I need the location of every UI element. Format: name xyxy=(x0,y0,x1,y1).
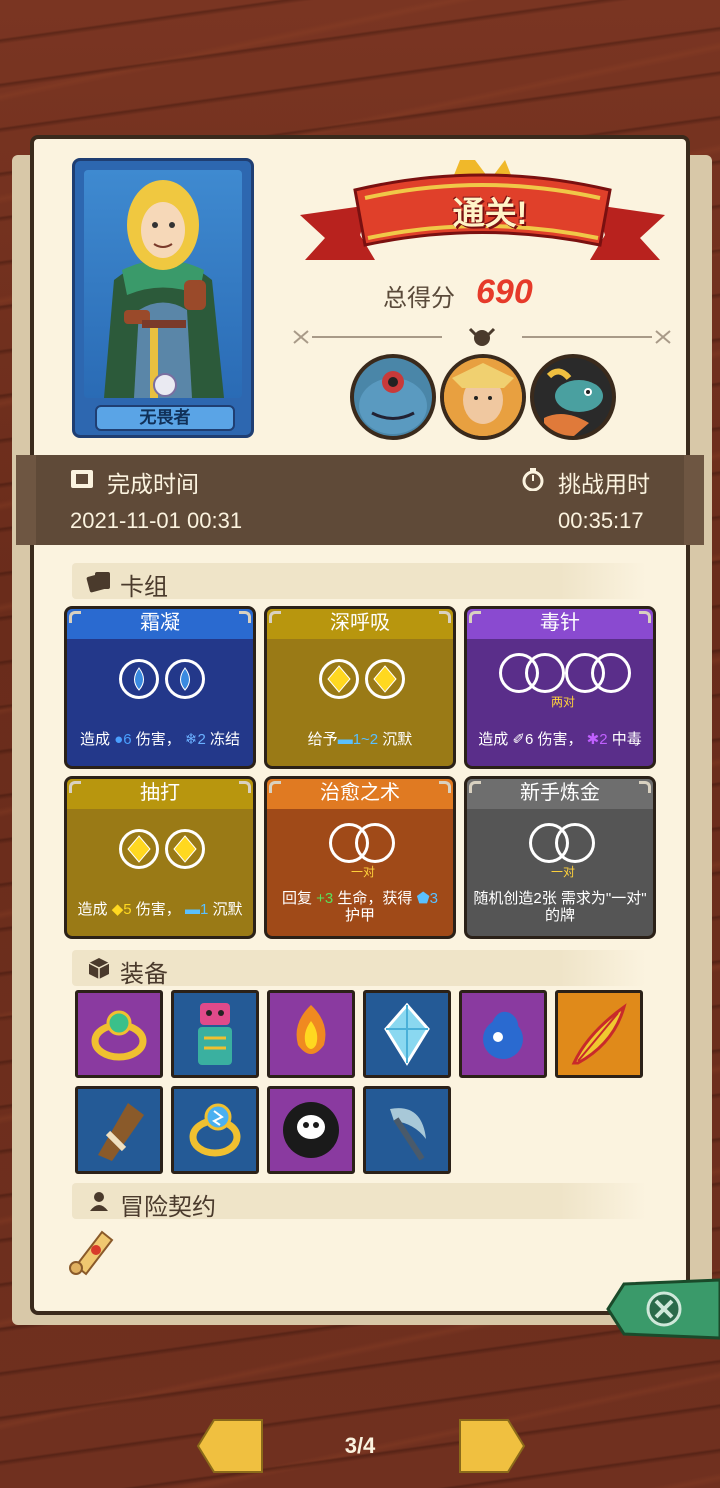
next-page-button[interactable] xyxy=(456,1418,526,1474)
gold-die-slot-icon xyxy=(365,659,405,699)
boss-portrait-fish[interactable] xyxy=(530,354,616,440)
pair-requirement: 一对 xyxy=(550,865,575,879)
ornament-divider xyxy=(292,325,672,349)
card-corner xyxy=(639,611,651,623)
hero-card[interactable]: 无畏者 xyxy=(72,158,254,438)
empty-die-slot-icon xyxy=(355,823,395,863)
card-title: 深呼吸 xyxy=(267,609,453,639)
empty-die-slot-icon xyxy=(591,653,631,693)
skill-card-alchemy[interactable]: 新手炼金 一对 随机创造2张 需求为"一对" 的牌 xyxy=(464,776,656,939)
card-description: 给予▬1~2 沉默 xyxy=(307,731,413,748)
skill-card-whip[interactable]: 抽打 造成 ◆5 伤害， ▬1 沉默 xyxy=(64,776,256,939)
victory-text: 通关! xyxy=(452,195,528,231)
equip-scythe-blade-icon[interactable] xyxy=(363,1086,451,1174)
card-corner xyxy=(239,611,251,623)
card-title: 治愈之术 xyxy=(267,779,453,809)
card-title: 毒针 xyxy=(467,609,653,639)
boss-portrait-chief[interactable] xyxy=(440,354,526,440)
pair-requirement: 两对 xyxy=(550,695,575,709)
skill-card-frost[interactable]: 霜凝 造成 ●6 伤害， ❄2 冻结 xyxy=(64,606,256,769)
equip-blue-flame-orb-icon[interactable] xyxy=(459,990,547,1078)
equip-blue-gem-icon[interactable] xyxy=(363,990,451,1078)
card-corner xyxy=(269,611,281,623)
card-body: 一对 随机创造2张 需求为"一对" 的牌 xyxy=(467,809,653,936)
victory-banner: 通关! xyxy=(300,160,665,280)
score-label: 总得分 xyxy=(383,285,455,312)
box-icon xyxy=(88,958,110,979)
card-corner xyxy=(469,781,481,793)
skill-card-poison-needle[interactable]: 毒针 两对 造成 ✐6 伤害， ✱2 中毒 xyxy=(464,606,656,769)
cards-icon xyxy=(86,572,110,593)
water-die-slot-icon xyxy=(165,659,205,699)
card-description: 回复 +3 生命，获得 ⬟3 护甲 xyxy=(281,890,438,924)
deck-section-header: 卡组 xyxy=(72,563,646,601)
equip-fire-bomb-icon[interactable] xyxy=(267,990,355,1078)
equip-horn-cup-icon[interactable] xyxy=(75,1086,163,1174)
hero-emblem-icon xyxy=(153,373,177,397)
card-corner xyxy=(269,781,281,793)
card-body: 给予▬1~2 沉默 xyxy=(267,639,453,766)
gold-die-slot-icon xyxy=(119,829,159,869)
card-corner xyxy=(69,781,81,793)
contract-section-header: 冒险契约 xyxy=(72,1183,646,1221)
deck-section-title: 卡组 xyxy=(120,574,168,601)
card-description: 造成 ✐6 伤害， ✱2 中毒 xyxy=(478,731,642,748)
duration-value: 00:35:17 xyxy=(558,508,644,533)
gold-die-slot-icon xyxy=(319,659,359,699)
card-body: 造成 ●6 伤害， ❄2 冻结 xyxy=(67,639,253,766)
page-indicator: 3/4 xyxy=(344,1433,376,1458)
skill-card-healing[interactable]: 治愈之术 一对 回复 +3 生命，获得 ⬟3 护甲 xyxy=(264,776,456,939)
hero-name: 无畏者 xyxy=(95,405,235,431)
equip-lightning-ring-icon[interactable] xyxy=(171,1086,259,1174)
stopwatch-icon xyxy=(522,468,544,491)
card-corner xyxy=(439,611,451,623)
water-die-slot-icon xyxy=(119,659,159,699)
empty-die-slot-icon xyxy=(525,653,565,693)
empty-die-slot-icon xyxy=(555,823,595,863)
card-title: 抽打 xyxy=(67,779,253,809)
card-corner xyxy=(69,611,81,623)
equipment-section-header: 装备 xyxy=(72,950,646,988)
hero-portrait xyxy=(84,170,242,398)
card-description: 造成 ●6 伤害， ❄2 冻结 xyxy=(79,731,240,748)
card-title: 新手炼金 xyxy=(467,779,653,809)
card-corner xyxy=(239,781,251,793)
equip-dark-skull-icon[interactable] xyxy=(267,1086,355,1174)
equip-totem-icon[interactable] xyxy=(171,990,259,1078)
contract-section-title: 冒险契约 xyxy=(120,1194,216,1221)
prev-page-button[interactable] xyxy=(196,1418,266,1474)
card-corner xyxy=(469,611,481,623)
duration-label: 挑战用时 xyxy=(558,471,650,497)
card-corner xyxy=(639,781,651,793)
score-value: 690 xyxy=(476,273,533,311)
card-body: 两对 造成 ✐6 伤害， ✱2 中毒 xyxy=(467,639,653,766)
finish-time-value: 2021-11-01 00:31 xyxy=(70,508,243,533)
card-description: 随机创造2张 需求为"一对" 的牌 xyxy=(473,890,647,924)
pair-requirement: 一对 xyxy=(350,865,375,879)
scroll-contract-icon[interactable] xyxy=(66,1222,118,1278)
equip-phoenix-feather-icon[interactable] xyxy=(555,990,643,1078)
skill-card-deep-breath[interactable]: 深呼吸 给予▬1~2 沉默 xyxy=(264,606,456,769)
card-title: 霜凝 xyxy=(67,609,253,639)
gold-die-slot-icon xyxy=(165,829,205,869)
person-icon xyxy=(90,1192,108,1211)
equipment-section-title: 装备 xyxy=(120,961,168,988)
card-corner xyxy=(439,781,451,793)
close-button[interactable] xyxy=(606,1278,720,1340)
card-description: 造成 ◆5 伤害， ▬1 沉默 xyxy=(77,901,243,918)
equip-emerald-ring-icon[interactable] xyxy=(75,990,163,1078)
boss-portrait-toad[interactable] xyxy=(350,354,436,440)
card-body: 造成 ◆5 伤害， ▬1 沉默 xyxy=(67,809,253,936)
card-body: 一对 回复 +3 生命，获得 ⬟3 护甲 xyxy=(267,809,453,936)
film-icon xyxy=(71,470,93,488)
finish-time-label: 完成时间 xyxy=(107,471,199,497)
